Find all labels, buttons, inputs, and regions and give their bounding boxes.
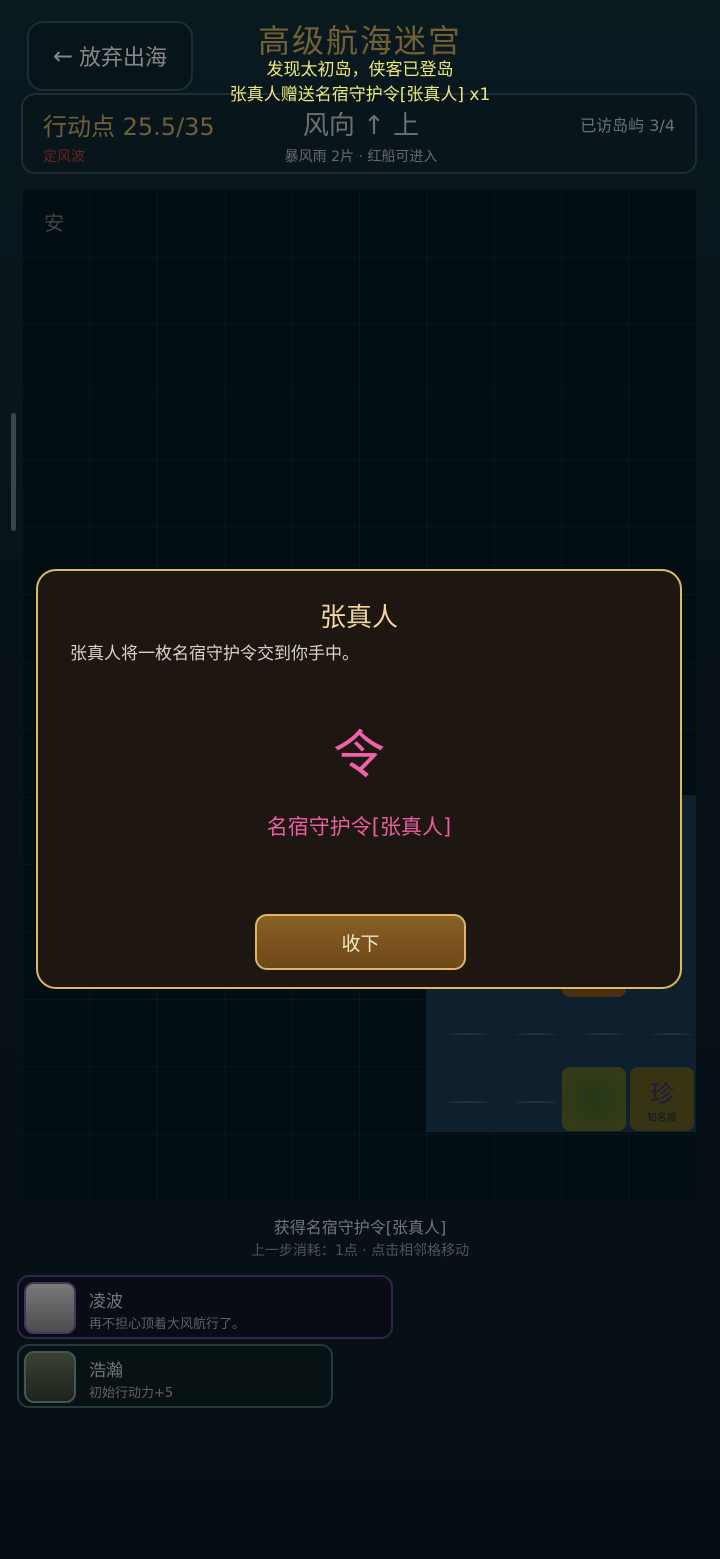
token-icon: 令 [332,726,385,786]
toast-message: 张真人赠送名宿守护令[张真人] x1 [229,85,491,105]
dialog-text: 张真人将一枚名宿守护令交到你手中。 [70,644,359,664]
accept-button[interactable]: 收下 [255,914,466,970]
reward-dialog: 张真人 张真人将一枚名宿守护令交到你手中。 令 名宿守护令[张真人] 收下 [36,569,682,989]
app-root: ← 放弃出海 高级航海迷宫 行动点 25.5/35 定风波 风向 ↑ 上 暴风雨… [0,0,720,1559]
reward-item-name: 名宿守护令[张真人] [266,815,452,839]
toast-message: 发现太初岛，侠客已登岛 [266,60,454,80]
dialog-title: 张真人 [319,603,398,633]
